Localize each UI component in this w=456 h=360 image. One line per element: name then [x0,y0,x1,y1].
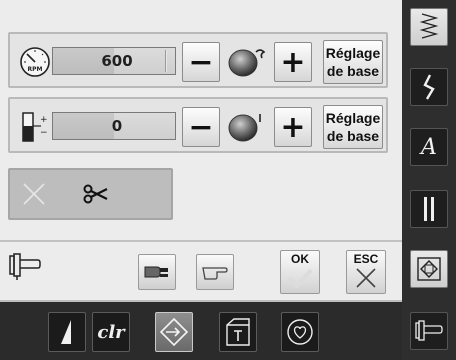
quilt-icon [417,257,441,281]
stitch-width-icon [61,320,71,344]
sidebar-quilt-button[interactable] [410,250,448,288]
settings-panel: RPM 600 − + Réglage de base + − 0 − + Ré… [0,0,402,302]
tension-reset-button[interactable]: Réglage de base [323,105,383,149]
tension-row: + − 0 − + Réglage de base [8,97,388,153]
speed-reset-label-1: Réglage [325,45,381,61]
tension-increase-button[interactable]: + [274,107,312,147]
sidebar-presser-foot-button[interactable] [410,312,448,350]
speed-gauge: 600 [52,47,176,75]
svg-text:+: + [40,115,48,125]
sidebar-decorative-button[interactable] [410,68,448,106]
speed-increase-button[interactable]: + [274,42,312,82]
right-sidebar: A [402,0,456,360]
pointing-hand-button[interactable] [196,254,234,290]
speed-reset-label-2: de base [326,63,380,79]
speed-value: 600 [101,52,133,70]
svg-text:RPM: RPM [28,66,43,73]
ok-button[interactable]: OK [280,250,320,294]
tension-value: 0 [111,117,123,135]
favorites-button[interactable] [281,312,319,352]
speed-reset-button[interactable]: Réglage de base [323,40,383,84]
tension-reset-label-2: de base [326,128,380,144]
speed-row: RPM 600 − + Réglage de base [8,32,388,88]
close-icon [356,268,376,288]
needle-stop-button[interactable] [138,254,176,290]
tension-knob-icon [225,111,269,143]
esc-label: ESC [353,252,379,266]
rpm-dial-icon: RPM [18,45,52,79]
pointing-hand-icon [202,267,228,280]
presser-foot-icon [415,320,443,341]
alphabet-icon: A [421,134,437,160]
stitch-width-button[interactable] [48,312,86,352]
tension-reset-label-1: Réglage [325,110,381,126]
disabled-x-icon [20,180,48,212]
ok-label: OK [291,252,309,266]
squiggle-stitch-icon [423,74,435,100]
tutorial-button[interactable] [219,312,257,352]
favorites-heart-icon [287,319,313,345]
tension-decrease-button[interactable]: − [182,107,220,147]
sidebar-buttonhole-button[interactable] [410,190,448,228]
buttonhole-icon [424,197,434,221]
divider [0,240,402,242]
hand-needle-icon [144,266,168,278]
esc-button[interactable]: ESC [346,250,386,294]
clear-button[interactable]: clr [92,312,130,352]
clear-icon: clr [97,321,125,343]
zigzag-stitch-icon [419,13,439,39]
presser-foot-icon [8,250,42,284]
svg-text:−: − [40,128,48,138]
scissors-icon [83,183,109,209]
tutorial-icon [226,318,250,346]
sidebar-zigzag-button[interactable] [410,8,448,46]
speed-knob-icon [225,46,269,78]
thread-tension-icon: + − [18,110,52,144]
setup-button[interactable] [155,312,193,352]
tension-gauge: 0 [52,112,176,140]
setup-icon [159,317,189,347]
checkmark-icon [287,268,313,289]
speed-decrease-button[interactable]: − [182,42,220,82]
sidebar-alphabet-button[interactable]: A [410,128,448,166]
thread-cutter-button[interactable] [8,168,173,220]
